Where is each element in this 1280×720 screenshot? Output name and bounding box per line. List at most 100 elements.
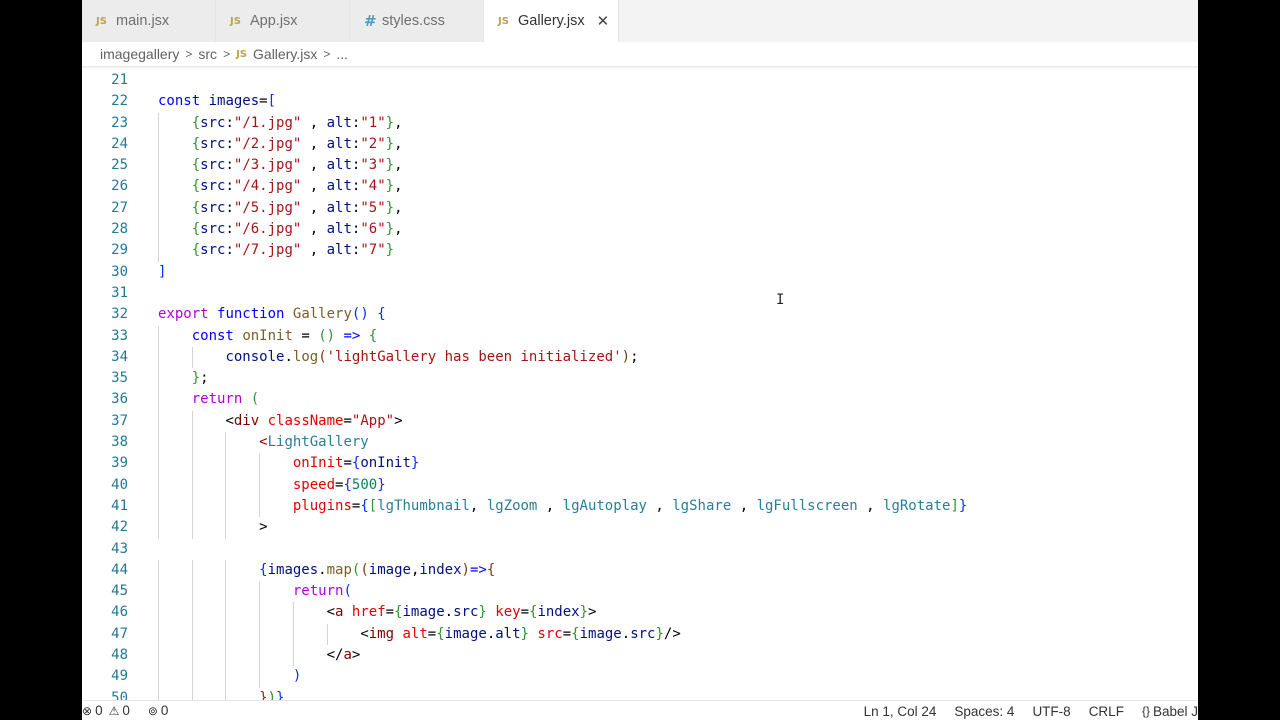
- code-token: .: [486, 625, 496, 642]
- ports-indicator[interactable]: ⊚ 0: [148, 703, 169, 718]
- code-line[interactable]: 41 plugins={[lgThumbnail, lgZoom , lgAuto…: [82, 495, 1198, 518]
- end-of-line[interactable]: CRLF: [1089, 704, 1124, 719]
- breadcrumb-folder-imagegallery[interactable]: imagegallery: [100, 46, 179, 62]
- code-token: image: [579, 625, 622, 642]
- line-number: 33: [111, 327, 128, 344]
- code-line[interactable]: 40 speed={500}: [82, 474, 1198, 496]
- indent-guide: [191, 410, 193, 433]
- code-token: images: [267, 561, 319, 578]
- code-text: return (: [192, 389, 259, 410]
- tab-app-jsx[interactable]: JS App.jsx: [216, 0, 350, 42]
- code-token: {: [191, 242, 201, 259]
- code-token: onInit: [360, 455, 411, 472]
- indent-guide: [225, 474, 227, 496]
- code-line[interactable]: 43: [82, 539, 1198, 560]
- chevron-right-icon: >: [323, 47, 331, 61]
- code-token: =: [343, 455, 352, 472]
- code-line[interactable]: 33 const onInit = () => {: [82, 325, 1198, 347]
- code-token: {: [571, 625, 580, 642]
- code-line[interactable]: 24 {src:"/2.jpg" , alt:"2"},: [82, 133, 1198, 156]
- line-number: 49: [111, 668, 128, 685]
- line-number: 39: [111, 455, 128, 472]
- code-token: ): [267, 689, 277, 700]
- problems-indicator[interactable]: ⊗ 0 ⚠ 0: [82, 703, 130, 718]
- code-token: image: [402, 604, 445, 621]
- js-file-icon: JS: [96, 15, 107, 27]
- code-text: <a href={image.src} key={index}>: [327, 602, 597, 623]
- code-token: image: [444, 625, 487, 642]
- code-line[interactable]: 36 return (: [82, 389, 1198, 411]
- code-line[interactable]: 49): [82, 666, 1198, 688]
- code-text: export function Gallery() {: [158, 304, 386, 325]
- code-line[interactable]: 30]: [82, 262, 1198, 283]
- code-token: alt: [326, 178, 352, 195]
- code-line[interactable]: 28 {src:"/6.jpg" , alt:"6"},: [82, 219, 1198, 241]
- editor-window: JS main.jsx JS App.jsx # styles.css JS G…: [82, 0, 1198, 720]
- code-line[interactable]: 46 <a href={image.src} key={index}>: [82, 602, 1198, 624]
- code-token: ,: [301, 199, 327, 216]
- code-line[interactable]: 27 {src:"/5.jpg" , alt:"5"},: [82, 197, 1198, 220]
- indent-guide: [225, 559, 227, 582]
- line-number: 27: [111, 199, 128, 216]
- code-token: }: [276, 689, 285, 700]
- line-number: 34: [111, 348, 128, 365]
- code-line[interactable]: 26 {src:"/4.jpg" , alt:"4"},: [82, 176, 1198, 198]
- code-line[interactable]: 21: [82, 70, 1198, 91]
- status-bar: ⊗ 0 ⚠ 0 ⊚ 0 Ln 1, Col 24 Spaces: 4 UTF-8…: [82, 700, 1198, 720]
- breadcrumb: imagegallery > src > JS Gallery.jsx > ..…: [82, 42, 1198, 66]
- code-line[interactable]: 45 return(: [82, 581, 1198, 603]
- code-line[interactable]: 31: [82, 283, 1198, 304]
- code-line[interactable]: 39 onInit={onInit}: [82, 453, 1198, 475]
- code-token: ]: [158, 263, 167, 280]
- code-token: return: [191, 391, 243, 408]
- indent-guide: [158, 219, 159, 241]
- code-token: "5": [360, 199, 386, 216]
- code-token: "6": [360, 221, 386, 238]
- indent-guide: [191, 432, 193, 454]
- code-token: lgShare: [672, 497, 732, 514]
- cursor-position[interactable]: Ln 1, Col 24: [864, 704, 937, 719]
- language-mode[interactable]: {} Babel J: [1142, 704, 1198, 719]
- breadcrumb-folder-src[interactable]: src: [198, 46, 217, 62]
- breadcrumb-file-gallery[interactable]: Gallery.jsx: [253, 46, 317, 62]
- code-line[interactable]: 47 <img alt={image.alt} src={image.src}/>: [82, 623, 1198, 646]
- code-token: :: [225, 221, 234, 238]
- code-token: .: [318, 561, 327, 578]
- line-number: 37: [111, 412, 128, 429]
- code-line[interactable]: 50})}: [82, 687, 1198, 700]
- code-token: {: [394, 604, 403, 621]
- code-line[interactable]: 25 {src:"/3.jpg" , alt:"3"},: [82, 155, 1198, 177]
- code-token: lgThumbnail: [377, 497, 470, 514]
- line-number: 35: [111, 370, 128, 387]
- code-line[interactable]: 35};: [82, 368, 1198, 390]
- code-line[interactable]: 22 const images=[: [82, 91, 1198, 112]
- code-line[interactable]: 37 <div className="App">: [82, 410, 1198, 433]
- code-token: ;: [200, 370, 209, 387]
- code-token: src: [630, 625, 656, 642]
- code-line[interactable]: 32 export function Gallery() {: [82, 304, 1198, 325]
- code-line[interactable]: 34 console.log('lightGallery has been ini…: [82, 346, 1198, 369]
- code-line[interactable]: 44 {images.map((image,index)=>{: [82, 559, 1198, 582]
- code-line[interactable]: 29 {src:"/7.jpg" , alt:"7"}: [82, 240, 1198, 262]
- close-icon[interactable]: ✕: [597, 12, 610, 30]
- code-line[interactable]: 38 <LightGallery: [82, 432, 1198, 454]
- tab-label: Gallery.jsx: [518, 13, 585, 29]
- indent-guide: [259, 495, 261, 518]
- code-token: />: [663, 625, 681, 642]
- code-line[interactable]: 42 >: [82, 517, 1198, 539]
- indentation[interactable]: Spaces: 4: [954, 704, 1014, 719]
- indent-guide: [259, 645, 261, 667]
- indent-guide: [191, 645, 193, 667]
- code-token: ): [292, 668, 302, 685]
- indent-guide: [225, 453, 227, 475]
- code-line[interactable]: 48 </a>: [82, 645, 1198, 667]
- code-line[interactable]: 23 {src:"/1.jpg" , alt:"1"},: [82, 112, 1198, 134]
- indent-guide: [191, 623, 193, 646]
- tab-gallery-jsx[interactable]: JS Gallery.jsx ✕: [484, 0, 619, 42]
- encoding[interactable]: UTF-8: [1032, 704, 1070, 719]
- tab-styles-css[interactable]: # styles.css: [350, 0, 484, 42]
- tab-main-jsx[interactable]: JS main.jsx: [82, 0, 216, 42]
- breadcrumb-symbols[interactable]: ...: [336, 46, 348, 62]
- code-editor[interactable]: 21 22 const images=[23 {src:"/1.jpg" , alt:…: [82, 66, 1198, 700]
